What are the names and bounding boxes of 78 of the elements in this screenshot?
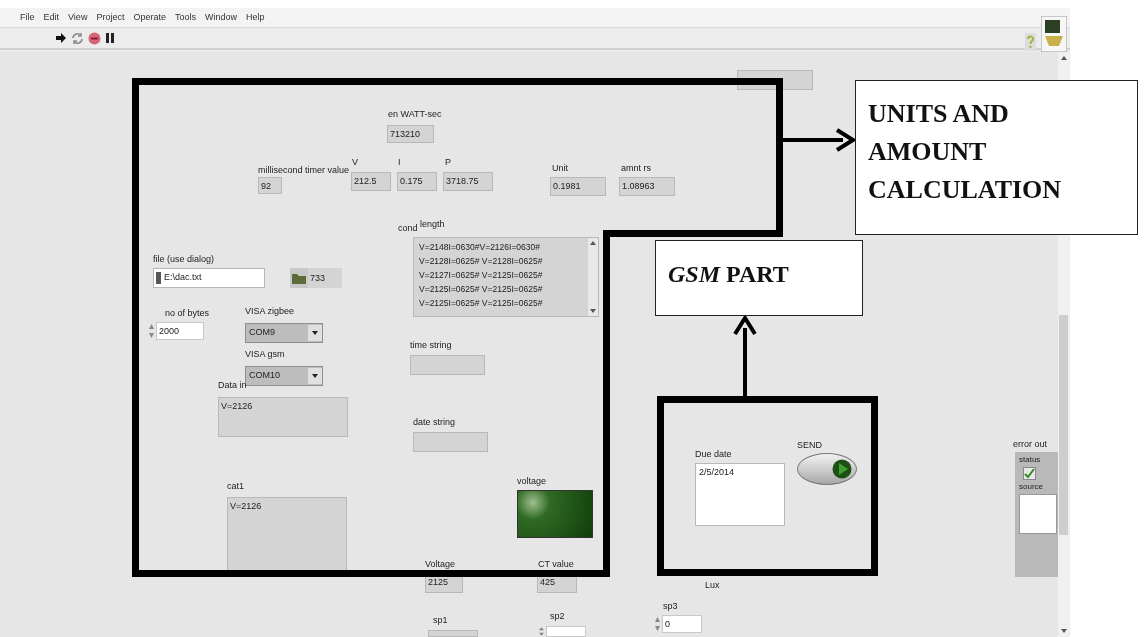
callout-text: GSM PART <box>668 260 790 289</box>
control-label: sp3 <box>663 601 678 612</box>
caret-icon[interactable] <box>308 325 322 341</box>
control-label: P <box>445 157 451 168</box>
control-label: length <box>420 219 445 230</box>
control-label: Lux <box>705 580 720 591</box>
control-label: Voltage <box>425 559 456 570</box>
status-checkbox[interactable] <box>1023 467 1036 480</box>
numeric-field[interactable]: 2000 <box>156 322 204 340</box>
dropdown[interactable]: COM10 <box>245 366 323 386</box>
control-label: Due date <box>695 449 732 460</box>
menu-item[interactable]: Window <box>204 10 237 25</box>
scroll-thumb[interactable] <box>1059 314 1068 535</box>
dropdown[interactable]: COM9 <box>245 323 323 343</box>
control-label: SEND <box>797 440 822 451</box>
string-indicator: V=2126 <box>218 397 348 437</box>
down-caret-icon[interactable] <box>1060 629 1067 633</box>
control-label: amnt rs <box>621 163 651 174</box>
list-line: V=2125I=0625# V=2125I=0625# <box>419 283 544 296</box>
cluster-label: status <box>1019 455 1042 465</box>
control-label: millisecond timer value <box>258 165 350 176</box>
control-label: time string <box>410 340 452 351</box>
cluster-label: source <box>1019 482 1044 492</box>
list-line: V=2127I=0625# V=2125I=0625# <box>419 269 544 282</box>
path-icon <box>156 272 161 284</box>
menu-item[interactable]: File <box>20 10 35 25</box>
caret-icon[interactable] <box>308 368 322 384</box>
control-label: VISA zigbee <box>245 306 295 317</box>
indicator-field: 92 <box>258 177 282 194</box>
send-button[interactable] <box>797 453 857 485</box>
control-label: date string <box>413 417 456 428</box>
pause-icon[interactable] <box>105 32 115 44</box>
stop-icon[interactable] <box>88 31 101 45</box>
list-line: V=2125I=0625# V=2125I=0625# <box>419 297 544 310</box>
callout-text: UNITS AND AMOUNT CALCULATION <box>868 98 1063 206</box>
control-label: VISA gsm <box>245 349 285 360</box>
run-arrow-icon[interactable] <box>55 32 67 44</box>
up-caret-icon[interactable] <box>590 241 596 245</box>
control-label: cat1 <box>227 481 244 492</box>
control-label: error out <box>1013 439 1047 450</box>
control-label: Data in <box>218 380 247 391</box>
up-caret-icon[interactable] <box>1060 56 1067 60</box>
indicator-field: 1.08963 <box>619 177 675 196</box>
folder-icon[interactable] <box>290 268 308 288</box>
menu-item[interactable]: Tools <box>174 10 196 25</box>
menu-item[interactable]: Help <box>245 10 265 25</box>
list-line: V=2148I=0630#V=2126I=0630# <box>419 241 541 254</box>
path-field[interactable]: E:\dac.txt <box>153 268 265 288</box>
source-field <box>1019 494 1057 534</box>
indicator-field: 0.1981 <box>550 177 606 196</box>
numeric-field[interactable] <box>546 626 586 637</box>
control-label: I <box>398 157 401 168</box>
control-label: sp2 <box>550 611 565 622</box>
menu-item[interactable]: View <box>68 10 88 25</box>
control-label: Unit <box>552 163 568 174</box>
down-caret-icon[interactable] <box>590 309 596 313</box>
control-label: V <box>352 157 358 168</box>
indicator-field: 713210 <box>387 125 434 143</box>
numeric-field[interactable]: 0 <box>662 615 702 633</box>
list-line: V=2128I=0625# V=2128I=0625# <box>419 255 544 268</box>
indicator-field: 0.175 <box>397 172 437 191</box>
control-label: no of bytes <box>165 308 210 319</box>
indicator-field: 733 <box>308 268 342 288</box>
control-label: sp1 <box>433 615 448 626</box>
menu-item[interactable]: Project <box>96 10 125 25</box>
control-label: file (use dialog) <box>153 254 215 265</box>
scrollbar[interactable] <box>588 238 598 316</box>
play-icon <box>832 459 852 479</box>
menu-item[interactable]: Operate <box>133 10 166 25</box>
menu-item[interactable]: Edit <box>43 10 60 25</box>
control-label: voltage <box>517 476 547 487</box>
control-label: en WATT-sec <box>388 109 442 120</box>
indicator-field: 3718.75 <box>443 172 493 191</box>
indicator-field: 212.5 <box>351 172 391 191</box>
control-label: CT value <box>538 559 574 570</box>
indicator-field <box>428 630 478 637</box>
control-label: cond <box>398 223 418 234</box>
text-field[interactable]: 2/5/2014 <box>695 463 785 526</box>
